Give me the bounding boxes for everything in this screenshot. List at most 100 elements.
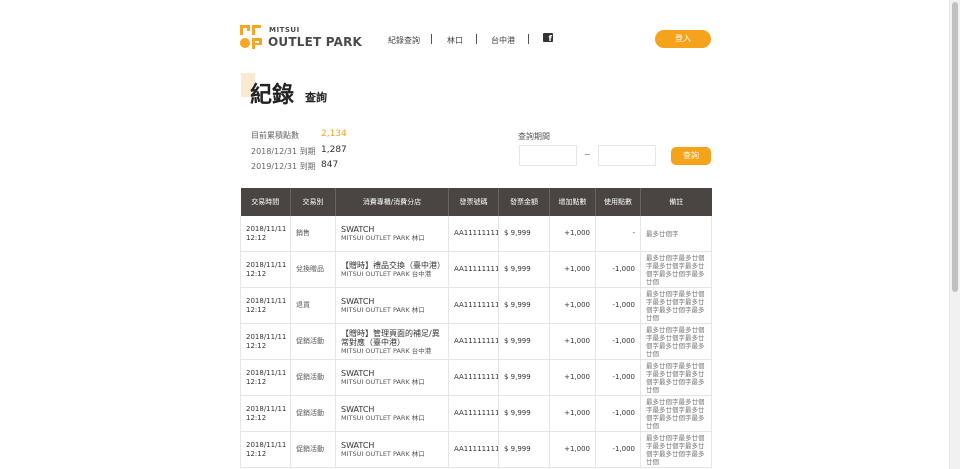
column-header: 交易別 — [290, 188, 336, 216]
scrollbar-thumb[interactable] — [952, 2, 958, 292]
cell-date: 2018/11/11 — [246, 224, 287, 233]
page-subtitle: 查詢 — [305, 91, 327, 104]
cell-datetime: 2018/11/11 12:12 — [240, 395, 291, 432]
column-header: 備註 — [640, 188, 712, 216]
cell-type: 兌換贈品 — [290, 251, 336, 288]
points-label: 2019/12/31 到期 — [251, 162, 316, 171]
cell-amount: $ 9,999 — [498, 287, 550, 324]
cell-add-points: +1,000 — [549, 287, 596, 324]
facebook-icon[interactable]: f — [543, 33, 553, 42]
page-title: 紀錄 — [250, 83, 295, 108]
cell-store: SWATCH MITSUI OUTLET PARK 林口 — [335, 287, 449, 324]
cell-datetime: 2018/11/11 12:12 — [240, 251, 291, 288]
cell-store: SWATCH MITSUI OUTLET PARK 林口 — [335, 395, 449, 432]
logo-mark-icon — [240, 25, 264, 49]
cell-note: 最多廿個字最多廿個字最多廿個字最多廿個字最多廿個字最多廿個 — [640, 323, 712, 360]
nav-item-linkou[interactable]: 林口 — [447, 35, 463, 46]
cell-use-points: -1,000 — [595, 395, 641, 432]
points-label: 目前累積點數 — [251, 131, 299, 140]
nav-item-record-query[interactable]: 紀錄查詢 — [388, 35, 420, 46]
column-header: 交易時間 — [240, 188, 291, 216]
cell-brand: 【贈時】管理頁面的補足/異常對應（臺中港） — [341, 328, 440, 347]
cell-branch: MITSUI OUTLET PARK 林口 — [341, 306, 425, 314]
table-row: 2018/11/11 12:12 促銷活動 SWATCH MITSUI OUTLET P… — [240, 431, 712, 468]
cell-type: 銷售 — [290, 216, 336, 252]
points-label: 2018/12/31 到期 — [251, 147, 316, 156]
cell-time: 12:12 — [246, 233, 267, 242]
cell-invoice: AA11111111 — [448, 431, 499, 468]
column-header: 增加點數 — [549, 188, 596, 216]
cell-date: 2018/11/11 — [246, 260, 287, 269]
nav-divider — [431, 34, 432, 44]
cell-brand: SWATCH — [341, 405, 375, 414]
cell-brand: 【贈時】禮品交換（臺中港） — [341, 261, 445, 270]
cell-add-points: +1,000 — [549, 431, 596, 468]
cell-brand: SWATCH — [341, 297, 375, 306]
transaction-table: 交易時間 交易別 消費專櫃/消費分店 發票號碼 發票金額 增加點數 使用點數 備… — [240, 188, 712, 468]
date-range-separator: ~ — [584, 150, 591, 159]
cell-use-points: -1,000 — [595, 287, 641, 324]
cell-use-points: -1,000 — [595, 251, 641, 288]
login-button[interactable]: 登入 — [655, 30, 711, 48]
logo-brand-text: OUTLET PARK — [268, 35, 363, 49]
cell-note: 最多廿個字最多廿個字最多廿個字最多廿個字最多廿個字最多廿個 — [640, 287, 712, 324]
cell-branch: MITSUI OUTLET PARK 林口 — [341, 234, 425, 242]
cell-datetime: 2018/11/11 12:12 — [240, 359, 291, 396]
cell-time: 12:12 — [246, 377, 267, 386]
cell-branch: MITSUI OUTLET PARK 林口 — [341, 450, 425, 458]
search-button[interactable]: 查詢 — [671, 147, 711, 165]
cell-datetime: 2018/11/11 12:12 — [240, 323, 291, 360]
cell-invoice: AA11111111 — [448, 216, 499, 252]
cell-note: 最多廿個字最多廿個字最多廿個字最多廿個字最多廿個字最多廿個 — [640, 251, 712, 288]
table-row: 2018/11/11 12:12 促銷活動 SWATCH MITSUI OUTLET P… — [240, 359, 712, 396]
cell-brand: SWATCH — [341, 225, 375, 234]
cell-brand: SWATCH — [341, 441, 375, 450]
nav-divider — [476, 34, 477, 44]
cell-note: 最多廿個字最多廿個字最多廿個字最多廿個字最多廿個字最多廿個 — [640, 359, 712, 396]
cell-note: 最多廿個字最多廿個字最多廿個字最多廿個字最多廿個字最多廿個 — [640, 431, 712, 468]
site-logo[interactable]: MITSUI OUTLET PARK — [240, 24, 363, 50]
end-date-input[interactable] — [598, 145, 656, 166]
points-value: 2,134 — [321, 129, 347, 139]
cell-brand: SWATCH — [341, 369, 375, 378]
page-scrollbar[interactable] — [949, 0, 960, 469]
cell-date: 2018/11/11 — [246, 440, 287, 449]
cell-add-points: +1,000 — [549, 251, 596, 288]
column-header: 發票號碼 — [448, 188, 499, 216]
cell-time: 12:12 — [246, 341, 267, 350]
cell-use-points: -1,000 — [595, 431, 641, 468]
logo-small-text: MITSUI — [269, 26, 300, 34]
nav-item-taichung-port[interactable]: 台中港 — [491, 35, 515, 46]
cell-add-points: +1,000 — [549, 216, 596, 252]
cell-amount: $ 9,999 — [498, 323, 550, 360]
cell-branch: MITSUI OUTLET PARK 台中港 — [341, 346, 432, 355]
cell-invoice: AA11111111 — [448, 287, 499, 324]
table-row: 2018/11/11 12:12 促銷活動 【贈時】管理頁面的補足/異常對應（臺中港）… — [240, 323, 712, 360]
cell-branch: MITSUI OUTLET PARK 台中港 — [341, 270, 432, 278]
cell-amount: $ 9,999 — [498, 431, 550, 468]
cell-use-points: -1,000 — [595, 359, 641, 396]
table-row: 2018/11/11 12:12 兌換贈品 【贈時】禮品交換（臺中港） MITSUI O… — [240, 251, 712, 288]
cell-use-points: -1,000 — [595, 323, 641, 360]
cell-use-points: - — [595, 216, 641, 252]
cell-amount: $ 9,999 — [498, 359, 550, 396]
cell-store: 【贈時】管理頁面的補足/異常對應（臺中港） MITSUI OUTLET PARK … — [335, 323, 449, 360]
points-value: 847 — [321, 160, 339, 170]
table-body: 2018/11/11 12:12 銷售 SWATCH MITSUI OUTLET PAR… — [240, 216, 712, 468]
cell-type: 退貨 — [290, 287, 336, 324]
cell-note: 最多廿個字最多廿個字最多廿個字最多廿個字最多廿個字最多廿個 — [640, 395, 712, 432]
cell-invoice: AA11111111 — [448, 395, 499, 432]
site-header: MITSUI OUTLET PARK 紀錄查詢 林口 台中港 f 登入 — [240, 24, 712, 54]
cell-invoice: AA11111111 — [448, 251, 499, 288]
cell-type: 促銷活動 — [290, 359, 336, 396]
points-value: 1,287 — [321, 145, 347, 155]
cell-amount: $ 9,999 — [498, 216, 550, 252]
search-period-label: 查詢期間 — [518, 132, 550, 141]
cell-time: 12:12 — [246, 413, 267, 422]
cell-store: SWATCH MITSUI OUTLET PARK 林口 — [335, 359, 449, 396]
cell-type: 促銷活動 — [290, 323, 336, 360]
cell-time: 12:12 — [246, 305, 267, 314]
start-date-input[interactable] — [519, 145, 577, 166]
cell-amount: $ 9,999 — [498, 395, 550, 432]
cell-invoice: AA11111111 — [448, 323, 499, 360]
